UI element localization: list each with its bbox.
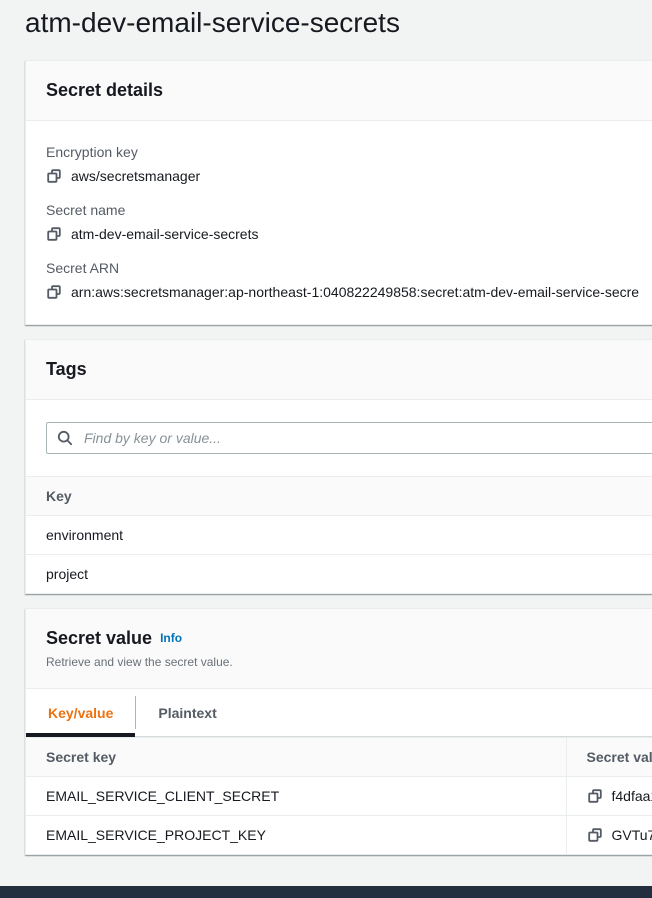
secret-name-label: Secret name (46, 201, 652, 219)
secret-name-field: Secret name atm-dev-email-service-secret… (46, 201, 652, 242)
copy-icon[interactable] (587, 827, 603, 843)
secret-details-card: Secret details Encryption key aws/secret… (25, 60, 652, 325)
tags-title: Tags (46, 359, 87, 379)
encryption-key-value: aws/secretsmanager (71, 168, 200, 184)
tags-table-header-row: Key (26, 476, 652, 515)
secret-value-card: Secret value Info Retrieve and view the s… (25, 608, 652, 855)
secret-arn-field: Secret ARN arn:aws:secretsmanager:ap-nor… (46, 259, 652, 300)
secret-value-title: Secret value (46, 628, 152, 648)
secret-value-description: Retrieve and view the secret value. (46, 655, 652, 669)
tags-search-area (26, 400, 652, 476)
copy-icon[interactable] (587, 788, 603, 804)
tab-key-value[interactable]: Key/value (26, 689, 135, 736)
tags-header: Tags (26, 340, 652, 400)
secret-value-cell: GVTu7f (612, 827, 652, 843)
secret-arn-label: Secret ARN (46, 259, 652, 277)
encryption-key-field: Encryption key aws/secretsmanager (46, 143, 652, 184)
table-row: EMAIL_SERVICE_PROJECT_KEY GVTu7f (26, 815, 652, 854)
tags-search-input[interactable] (82, 429, 652, 447)
tag-key-cell: environment (26, 515, 652, 554)
tags-card: Tags Key environment project (25, 339, 652, 594)
tags-table: Key environment project (26, 476, 652, 593)
secret-value-tabs: Key/value Plaintext (26, 689, 652, 737)
secret-arn-value: arn:aws:secretsmanager:ap-northeast-1:04… (71, 284, 639, 300)
table-row: EMAIL_SERVICE_CLIENT_SECRET f4dfaa1 (26, 776, 652, 815)
secret-details-body: Encryption key aws/secretsmanager Secret… (26, 121, 652, 324)
tag-key-cell: project (26, 554, 652, 593)
secret-key-column-header: Secret key (26, 737, 566, 776)
tags-key-column-header: Key (26, 476, 652, 515)
secret-name-value: atm-dev-email-service-secrets (71, 226, 258, 242)
table-row: project (26, 554, 652, 593)
copy-icon[interactable] (46, 284, 62, 300)
secret-details-header: Secret details (26, 61, 652, 121)
info-link[interactable]: Info (160, 631, 182, 645)
tags-search-box[interactable] (46, 422, 652, 454)
secret-value-table-header-row: Secret key Secret value (26, 737, 652, 776)
table-row: environment (26, 515, 652, 554)
secret-key-cell: EMAIL_SERVICE_PROJECT_KEY (26, 815, 566, 854)
copy-icon[interactable] (46, 168, 62, 184)
secret-value-cell: f4dfaa1 (612, 788, 652, 804)
console-footer-bar (0, 886, 652, 898)
secret-value-column-header: Secret value (566, 737, 652, 776)
secret-value-header: Secret value Info Retrieve and view the s… (26, 609, 652, 689)
search-icon (57, 430, 73, 446)
secrets-manager-detail-page: atm-dev-email-service-secrets Secret det… (0, 0, 652, 855)
encryption-key-label: Encryption key (46, 143, 652, 161)
secret-key-cell: EMAIL_SERVICE_CLIENT_SECRET (26, 776, 566, 815)
tab-plaintext[interactable]: Plaintext (136, 689, 238, 736)
secret-details-title: Secret details (46, 80, 163, 100)
page-title: atm-dev-email-service-secrets (25, 6, 652, 40)
secret-value-table: Secret key Secret value EMAIL_SERVICE_CL… (26, 737, 652, 854)
copy-icon[interactable] (46, 226, 62, 242)
